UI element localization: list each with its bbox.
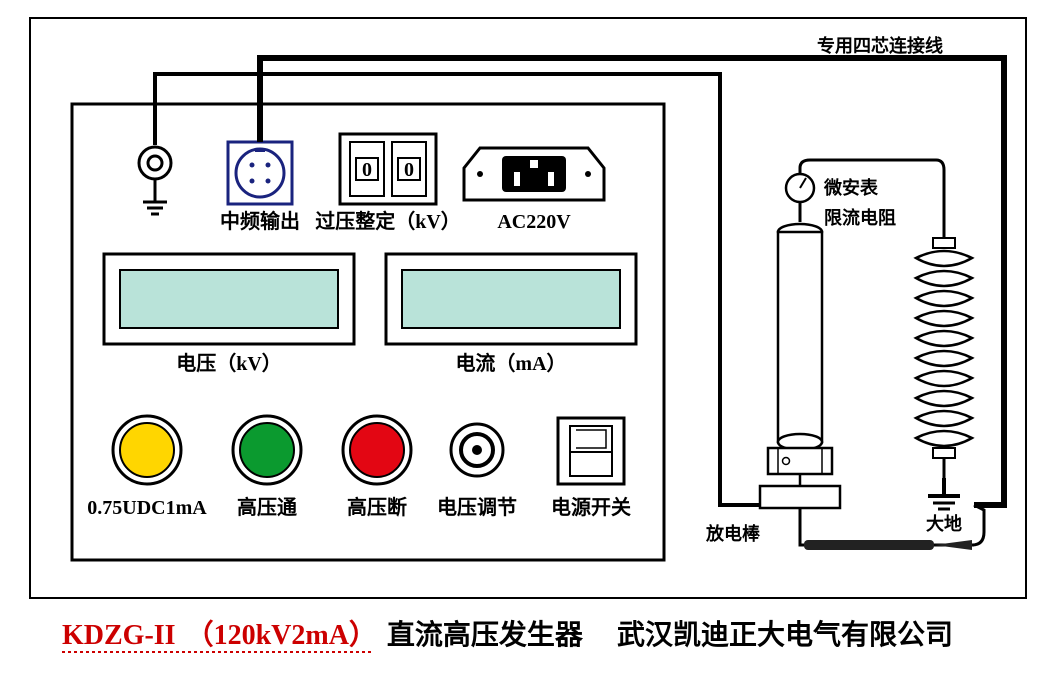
ovp-switches: 0 0 xyxy=(340,134,436,204)
voltage-adjust-label: 电压调节 xyxy=(437,495,517,519)
ovp-digit-2: 0 xyxy=(404,159,414,181)
yellow-button-label: 0.75UDC1mA xyxy=(87,497,207,519)
red-button[interactable] xyxy=(343,416,411,484)
discharge-rod-label: 放电棒 xyxy=(705,523,761,544)
yellow-button[interactable] xyxy=(113,416,181,484)
red-button-label: 高压断 xyxy=(347,495,407,519)
power-switch[interactable] xyxy=(558,418,624,484)
ac-label: AC220V xyxy=(497,211,571,233)
limiter-label: 限流电阻 xyxy=(824,207,896,228)
ovp-label: 过压整定（kV） xyxy=(315,209,461,233)
microammeter-icon xyxy=(786,174,814,222)
cable-label: 专用四芯连接线 xyxy=(817,35,943,56)
current-display xyxy=(386,254,636,344)
voltage-adjust-knob[interactable] xyxy=(451,424,503,476)
green-button[interactable] xyxy=(233,416,301,484)
ground-symbol xyxy=(928,478,960,509)
caption: KDZG-II （120kV2mA） 直流高压发生器 武汉凯迪正大电气有限公司 xyxy=(62,618,953,652)
microammeter-label: 微安表 xyxy=(823,177,879,198)
voltage-label: 电压（kV） xyxy=(176,352,282,375)
voltage-display xyxy=(104,254,354,344)
ovp-digit-1: 0 xyxy=(362,159,372,181)
caption-company: 武汉凯迪正大电气有限公司 xyxy=(617,619,953,651)
power-switch-label: 电源开关 xyxy=(551,495,631,519)
midfreq-output-connector xyxy=(228,142,292,204)
caption-spec: （120kV2mA） xyxy=(186,618,377,651)
current-label: 电流（mA） xyxy=(455,351,566,375)
caption-name: 直流高压发生器 xyxy=(387,618,584,651)
ground-label: 大地 xyxy=(926,513,962,534)
hv-cylinder xyxy=(760,224,840,508)
green-button-label: 高压通 xyxy=(237,495,297,519)
insulator-stack xyxy=(916,200,972,478)
midfreq-output-label: 中频输出 xyxy=(220,209,300,233)
ac-inlet xyxy=(464,148,604,200)
caption-model: KDZG-II xyxy=(62,620,176,651)
svg-text:KDZG-II （120kV2mA）: KDZG-II （120kV2mA） 直流高压发生器 武汉凯迪正大电气有限公司 xyxy=(62,618,953,651)
